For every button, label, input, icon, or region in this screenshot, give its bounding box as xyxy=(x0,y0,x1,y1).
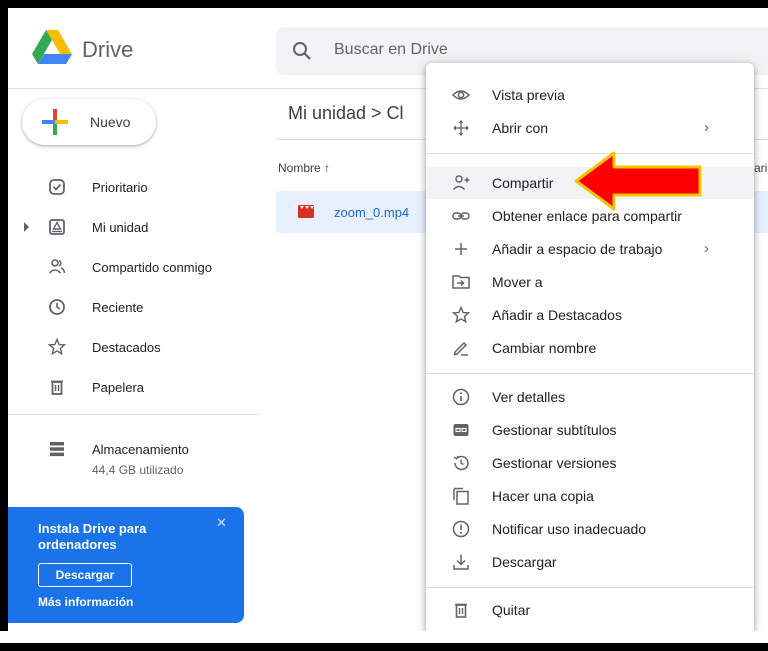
menu-item-cambiar-nombre[interactable]: Cambiar nombre xyxy=(426,332,754,364)
sidebar-divider xyxy=(8,414,260,415)
trash-icon xyxy=(51,380,63,395)
drive-icon xyxy=(49,219,65,235)
red-arrow-annotation-icon xyxy=(574,151,702,211)
report-icon xyxy=(452,520,470,538)
bottom-strip xyxy=(0,631,768,643)
close-icon[interactable]: ✕ xyxy=(216,515,227,531)
promo-title: Instala Drive para ordenadores xyxy=(38,521,147,552)
menu-item-label: Gestionar versiones xyxy=(492,455,617,471)
storage-label: Almacenamiento xyxy=(92,442,189,457)
star-icon xyxy=(48,338,66,356)
menu-separator xyxy=(426,587,754,588)
history-icon xyxy=(453,455,469,471)
sidebar-item-prioritario[interactable]: Prioritario xyxy=(8,169,268,205)
menu-item-quitar[interactable]: Quitar xyxy=(426,594,754,626)
menu-item-hacer-copia[interactable]: Hacer una copia xyxy=(426,480,754,512)
menu-item-label: Vista previa xyxy=(492,87,565,103)
menu-item-ver-detalles[interactable]: Ver detalles xyxy=(426,381,754,413)
cc-icon xyxy=(453,424,469,436)
open-with-icon xyxy=(453,120,469,136)
menu-item-label: Hacer una copia xyxy=(492,488,594,504)
sidebar-item-papelera[interactable]: Papelera xyxy=(8,369,268,405)
people-icon xyxy=(48,259,66,274)
install-drive-promo: Instala Drive para ordenadores ✕ Descarg… xyxy=(8,507,244,623)
column-header-partial[interactable]: ari xyxy=(754,161,767,175)
menu-item-label: Ver detalles xyxy=(492,389,566,405)
search-icon[interactable] xyxy=(292,41,312,61)
menu-item-anadir-espacio[interactable]: Añadir a espacio de trabajo › xyxy=(426,233,754,265)
menu-item-label: Compartir xyxy=(492,175,554,191)
menu-item-vista-previa[interactable]: Vista previa xyxy=(426,79,754,111)
sidebar-item-label: Compartido conmigo xyxy=(92,260,212,275)
link-icon xyxy=(452,212,470,220)
menu-item-gestionar-subtitulos[interactable]: Gestionar subtítulos xyxy=(426,414,754,446)
search-input[interactable]: Buscar en Drive xyxy=(334,41,448,59)
expand-caret-icon[interactable] xyxy=(24,222,29,232)
menu-item-descargar[interactable]: Descargar xyxy=(426,546,754,578)
column-header-name[interactable]: Nombre ↑ xyxy=(278,161,330,175)
context-menu: Vista previa Abrir con › Compartir Obten… xyxy=(426,63,754,635)
menu-item-gestionar-versiones[interactable]: Gestionar versiones xyxy=(426,447,754,479)
sidebar-item-mi-unidad[interactable]: Mi unidad xyxy=(8,209,268,245)
star-icon xyxy=(452,306,470,324)
menu-item-label: Notificar uso inadecuado xyxy=(492,521,647,537)
download-icon xyxy=(453,554,469,570)
sidebar-item-label: Mi unidad xyxy=(92,220,149,235)
menu-item-label: Cambiar nombre xyxy=(492,340,597,356)
breadcrumb[interactable]: Mi unidad > Cl xyxy=(288,103,404,124)
menu-item-label: Añadir a Destacados xyxy=(492,307,622,323)
copy-icon xyxy=(453,487,469,505)
download-button[interactable]: Descargar xyxy=(38,563,132,587)
sidebar-item-destacados[interactable]: Destacados xyxy=(8,329,268,365)
chevron-right-icon: › xyxy=(704,119,709,136)
plus-icon xyxy=(455,243,467,255)
sidebar-item-almacenamiento[interactable]: Almacenamiento xyxy=(8,431,268,467)
menu-separator xyxy=(426,373,754,374)
menu-item-abrir-con[interactable]: Abrir con › xyxy=(426,112,754,144)
move-folder-icon xyxy=(452,275,470,289)
menu-item-mover-a[interactable]: Mover a xyxy=(426,266,754,298)
drive-logo-icon[interactable] xyxy=(32,30,72,66)
share-person-icon xyxy=(452,175,470,191)
new-button[interactable]: Nuevo xyxy=(22,99,156,145)
pencil-icon xyxy=(453,341,468,356)
sidebar: Nuevo Prioritario Mi unidad Compartido c… xyxy=(8,89,268,639)
storage-used: 44,4 GB utilizado xyxy=(92,463,184,477)
sidebar-item-reciente[interactable]: Reciente xyxy=(8,289,268,325)
sidebar-item-label: Reciente xyxy=(92,300,144,315)
sidebar-item-label: Prioritario xyxy=(92,180,148,195)
menu-item-label: Mover a xyxy=(492,274,543,290)
sidebar-item-compartido[interactable]: Compartido conmigo xyxy=(8,249,268,285)
sidebar-item-label: Destacados xyxy=(92,340,161,355)
clock-icon xyxy=(49,299,65,315)
menu-item-label: Añadir a espacio de trabajo xyxy=(492,241,663,257)
check-circle-icon xyxy=(49,179,65,195)
chevron-right-icon: › xyxy=(704,240,709,257)
menu-item-anadir-destacados[interactable]: Añadir a Destacados xyxy=(426,299,754,331)
storage-icon xyxy=(50,442,64,457)
eye-icon xyxy=(452,90,470,100)
sidebar-item-label: Papelera xyxy=(92,380,145,395)
menu-item-label: Descargar xyxy=(492,554,557,570)
menu-item-notificar[interactable]: Notificar uso inadecuado xyxy=(426,513,754,545)
info-icon xyxy=(452,388,470,406)
menu-item-label: Abrir con xyxy=(492,120,549,136)
menu-item-label: Quitar xyxy=(492,602,531,618)
plus-icon xyxy=(42,109,68,135)
brand-name: Drive xyxy=(82,37,134,62)
menu-item-label: Gestionar subtítulos xyxy=(492,422,617,438)
new-button-label: Nuevo xyxy=(90,114,131,130)
drive-window: Drive Buscar en Drive Nuevo Prioritario … xyxy=(8,8,768,639)
trash-icon xyxy=(455,603,467,618)
file-name: zoom_0.mp4 xyxy=(334,205,410,220)
video-file-icon xyxy=(298,205,314,218)
more-info-link[interactable]: Más información xyxy=(38,595,133,609)
